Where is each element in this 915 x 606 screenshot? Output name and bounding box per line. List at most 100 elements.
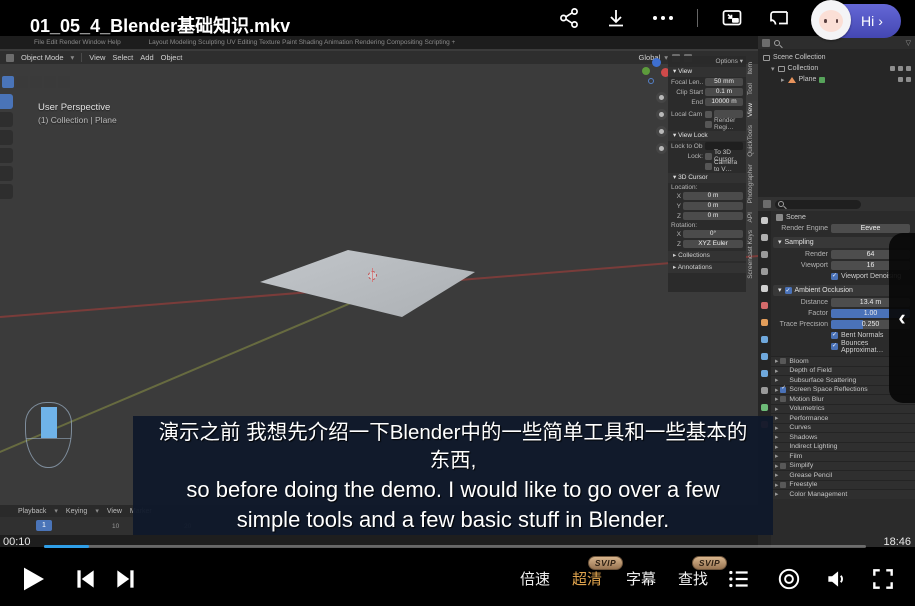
play-button[interactable]: [16, 562, 48, 596]
next-button[interactable]: [113, 566, 139, 592]
select-box-tool-icon: [0, 94, 13, 109]
side-drawer-toggle[interactable]: ‹: [889, 233, 915, 403]
section-label: Shadows: [789, 434, 817, 441]
particles-properties-icon: [761, 353, 768, 360]
lock-label: Lock:: [671, 153, 703, 160]
output-properties-icon: [761, 251, 768, 258]
z-label: Z: [671, 213, 681, 220]
video-surface[interactable]: File Edit Render Window Help Layout Mode…: [0, 36, 915, 547]
disclosure-icon: ▸: [775, 424, 778, 432]
z-label: Z: [671, 241, 681, 248]
cursor-z-value: 0 m: [683, 212, 743, 220]
record-gif-button[interactable]: [776, 566, 802, 592]
object-label: Plane: [799, 76, 817, 83]
move-tool-icon: [0, 130, 13, 145]
tool-icon: [58, 76, 70, 88]
scene-collection-icon: [763, 55, 770, 61]
viewport-nav-icons: [656, 92, 667, 154]
mode-dropdown: Object Mode: [21, 53, 64, 62]
mesh-data-icon: [819, 77, 825, 83]
search-icon: [774, 40, 780, 46]
player-control-bar: 倍速 超清 SVIP 字幕 查找 SVIP: [0, 553, 915, 606]
playlist-button[interactable]: [726, 566, 752, 592]
section-label: Simplify: [789, 462, 813, 469]
transform-tool-icon: [0, 184, 13, 199]
options-dropdown: Options: [716, 58, 738, 65]
section-label: Motion Blur: [789, 396, 823, 403]
n-panel-tab: Photographer: [746, 162, 758, 205]
section-label: Bloom: [789, 358, 808, 365]
quality-button[interactable]: 超清: [572, 568, 602, 589]
visibility-icons: [890, 66, 915, 71]
x-label: X: [671, 193, 681, 200]
section-label: Indirect Lighting: [789, 443, 837, 450]
more-button[interactable]: [650, 5, 676, 31]
search-in-video-button[interactable]: 查找: [678, 568, 708, 589]
physics-properties-icon: [761, 370, 768, 377]
data-properties-icon: [761, 404, 768, 411]
focal-length-label: Focal Len…: [671, 79, 703, 86]
rotation-label: Rotation:: [671, 222, 697, 229]
editor-type-icon: [762, 39, 770, 47]
focal-length-value: 50 mm: [705, 78, 743, 86]
previous-button[interactable]: [72, 566, 98, 592]
render-engine-label: Render Engine: [776, 225, 828, 232]
checkbox: [780, 463, 786, 469]
n-panel-tab: View: [746, 101, 758, 119]
disclosure-icon: ▾: [673, 68, 676, 75]
ao-factor-label: Factor: [776, 310, 828, 317]
disclosure-icon: ▾: [778, 285, 782, 296]
viewlayer-properties-icon: [761, 268, 768, 275]
disclosure-icon: ▸: [775, 481, 778, 489]
visibility-icons: [898, 77, 915, 82]
outliner: ▽ Scene Collection ▾ Collection ▸ Plane: [758, 36, 915, 197]
chevron-down-icon: ▾: [740, 58, 743, 65]
picture-in-picture-button[interactable]: [719, 5, 745, 31]
ao-distance-label: Distance: [776, 299, 828, 306]
checkbox-checked: [831, 343, 838, 350]
disclosure-icon: ▸: [673, 252, 676, 259]
camera-to-view-label: Camera to V…: [714, 159, 743, 173]
checkbox: [780, 482, 786, 488]
checkbox: [705, 121, 712, 128]
chevron-down-icon: ▾: [95, 507, 99, 515]
cursor-x-value: 0 m: [683, 192, 743, 200]
collapsed-section-row: ▸ Color Management: [771, 489, 915, 499]
section-label: Subsurface Scattering: [789, 377, 856, 384]
annotations-section: Annotations: [678, 264, 712, 271]
properties-search: [775, 200, 861, 209]
bent-normals-label: Bent Normals: [841, 332, 883, 339]
x-label: X: [671, 231, 681, 238]
video-player: File Edit Render Window Help Layout Mode…: [0, 0, 915, 606]
progress-bar[interactable]: [44, 545, 866, 548]
checkbox: [780, 396, 786, 402]
volume-button[interactable]: [824, 566, 850, 592]
collapsed-section-row: ▸ Curves: [771, 423, 915, 433]
share-button[interactable]: [556, 5, 582, 31]
mouse-overlay-icon: [25, 402, 72, 468]
fullscreen-button[interactable]: [870, 566, 896, 592]
disclosure-icon: ▸: [775, 414, 778, 422]
menu-object: Object: [161, 53, 183, 62]
checkbox: [705, 111, 712, 118]
collapsed-section-row: ▸ Shadows: [771, 432, 915, 442]
disclosure-icon: ▸: [775, 367, 778, 375]
download-button[interactable]: [603, 5, 629, 31]
disclosure-icon: ▸: [775, 376, 778, 384]
section-label: Film: [789, 453, 802, 460]
disclosure-icon: ▸: [775, 386, 778, 394]
disclosure-icon: ▸: [673, 264, 676, 271]
local-camera-label: Local Cam…: [671, 111, 703, 118]
clip-start-value: 0.1 m: [705, 88, 743, 96]
subtitle-button[interactable]: 字幕: [626, 568, 656, 589]
subtitle-zh-line1: 演示之前 我想先介绍一下Blender中的一些简单工具和一些基本的: [133, 419, 773, 447]
checkbox: [705, 153, 712, 160]
disclosure-icon: ▸: [775, 462, 778, 470]
camera-view-icon: [656, 126, 667, 137]
playback-speed-button[interactable]: 倍速: [520, 568, 550, 589]
account-button[interactable]: Hi ›: [813, 4, 901, 38]
cast-to-tv-button[interactable]: [766, 5, 792, 31]
clip-end-value: 10000 m: [705, 98, 743, 106]
search-icon: [778, 201, 784, 207]
section-label: Freestyle: [789, 481, 817, 488]
